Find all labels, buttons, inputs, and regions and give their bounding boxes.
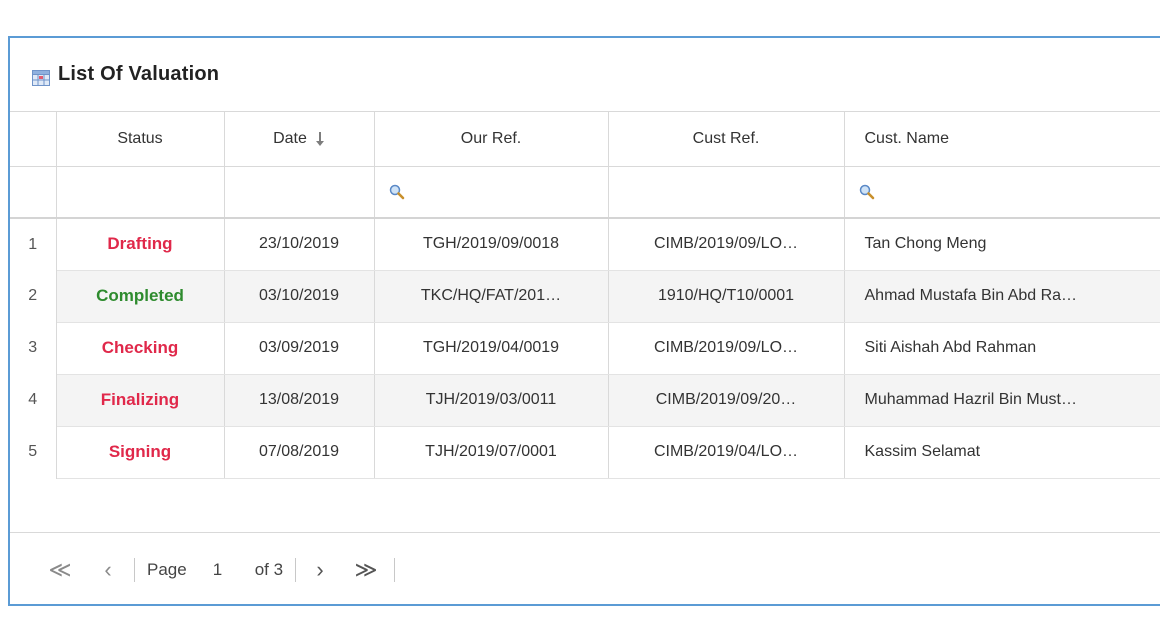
magnifier-icon[interactable] xyxy=(859,184,875,200)
date-cell: 03/10/2019 xyxy=(224,270,375,323)
cust-ref-cell: CIMB/2019/09/LO… xyxy=(608,218,845,271)
column-header-date[interactable]: Date xyxy=(224,112,375,167)
pager-separator xyxy=(295,558,297,582)
first-page-button[interactable]: ≪ xyxy=(46,557,74,583)
column-header-status[interactable]: Status xyxy=(56,112,225,167)
table-row[interactable]: 5 Signing 07/08/2019 TJH/2019/07/0001 CI… xyxy=(10,426,1160,479)
status-cell: Finalizing xyxy=(56,374,225,427)
filter-cell-cust-ref xyxy=(608,166,845,219)
cust-ref-cell: CIMB/2019/09/20… xyxy=(608,374,845,427)
filter-our-ref[interactable] xyxy=(374,166,609,219)
table-row[interactable]: 2 Completed 03/10/2019 TKC/HQ/FAT/201… 1… xyxy=(10,270,1160,323)
row-number: 2 xyxy=(10,270,57,322)
next-page-button[interactable]: › xyxy=(310,557,330,583)
our-ref-cell: TJH/2019/03/0011 xyxy=(374,374,609,427)
cust-name-cell: Ahmad Mustafa Bin Abd Ra… xyxy=(844,270,1160,323)
grid-icon xyxy=(32,69,50,86)
filter-row xyxy=(10,166,1160,219)
pager-separator xyxy=(134,558,135,582)
panel-header: List Of Valuation xyxy=(10,38,1160,112)
row-number: 5 xyxy=(10,426,57,478)
magnifier-icon[interactable] xyxy=(389,184,405,200)
our-ref-cell: TKC/HQ/FAT/201… xyxy=(374,270,609,323)
valuation-panel: List Of Valuation Status Date Our Ref. C… xyxy=(8,36,1160,606)
page-number-input[interactable]: 1 xyxy=(213,560,237,580)
cust-ref-cell: 1910/HQ/T10/0001 xyxy=(608,270,845,323)
our-ref-cell: TGH/2019/04/0019 xyxy=(374,322,609,375)
column-header-label: Cust. Name xyxy=(864,129,949,147)
filter-cell-date xyxy=(224,166,375,219)
row-number: 1 xyxy=(10,218,57,270)
row-number: 4 xyxy=(10,374,57,426)
row-number: 3 xyxy=(10,322,57,374)
cust-name-cell: Tan Chong Meng xyxy=(844,218,1160,271)
cust-name-cell: Siti Aishah Abd Rahman xyxy=(844,322,1160,375)
our-ref-cell: TJH/2019/07/0001 xyxy=(374,426,609,479)
column-header-label: Date xyxy=(273,129,307,147)
column-header-label: Our Ref. xyxy=(460,129,522,147)
date-cell: 23/10/2019 xyxy=(224,218,375,271)
column-header-label: Status xyxy=(117,129,163,147)
column-header-cust-ref[interactable]: Cust Ref. xyxy=(608,112,845,167)
pagination-toolbar: ≪ ‹ Page 1 of 3 › ≫ xyxy=(10,532,1160,607)
status-cell: Checking xyxy=(56,322,225,375)
column-header-label: Cust Ref. xyxy=(692,129,760,147)
valuation-table: Status Date Our Ref. Cust Ref. Cust. Nam… xyxy=(10,112,1160,479)
status-cell: Signing xyxy=(56,426,225,479)
panel-title: List Of Valuation xyxy=(58,63,220,85)
last-page-button[interactable]: ≫ xyxy=(352,557,380,583)
sort-down-arrow-icon xyxy=(315,131,325,147)
filter-cust-name[interactable] xyxy=(844,166,1160,219)
page-label: Page xyxy=(147,560,187,579)
status-cell: Completed xyxy=(56,270,225,323)
filter-cell-rownum xyxy=(10,166,57,219)
filter-cell-status xyxy=(56,166,225,219)
date-cell: 03/09/2019 xyxy=(224,322,375,375)
column-header-our-ref[interactable]: Our Ref. xyxy=(374,112,609,167)
cust-name-cell: Muhammad Hazril Bin Must… xyxy=(844,374,1160,427)
date-cell: 13/08/2019 xyxy=(224,374,375,427)
table-row[interactable]: 3 Checking 03/09/2019 TGH/2019/04/0019 C… xyxy=(10,322,1160,375)
prev-page-button[interactable]: ‹ xyxy=(98,557,118,583)
date-cell: 07/08/2019 xyxy=(224,426,375,479)
cust-ref-cell: CIMB/2019/09/LO… xyxy=(608,322,845,375)
header-row: Status Date Our Ref. Cust Ref. Cust. Nam… xyxy=(10,112,1160,167)
rownum-header xyxy=(10,112,57,167)
cust-name-cell: Kassim Selamat xyxy=(844,426,1160,479)
column-header-cust-name[interactable]: Cust. Name xyxy=(844,112,1160,167)
page-count-label: of 3 xyxy=(254,560,284,579)
our-ref-cell: TGH/2019/09/0018 xyxy=(374,218,609,271)
cust-ref-cell: CIMB/2019/04/LO… xyxy=(608,426,845,479)
table-row[interactable]: 4 Finalizing 13/08/2019 TJH/2019/03/0011… xyxy=(10,374,1160,427)
table-row[interactable]: 1 Drafting 23/10/2019 TGH/2019/09/0018 C… xyxy=(10,218,1160,271)
status-cell: Drafting xyxy=(56,218,225,271)
pager-separator xyxy=(394,558,396,582)
